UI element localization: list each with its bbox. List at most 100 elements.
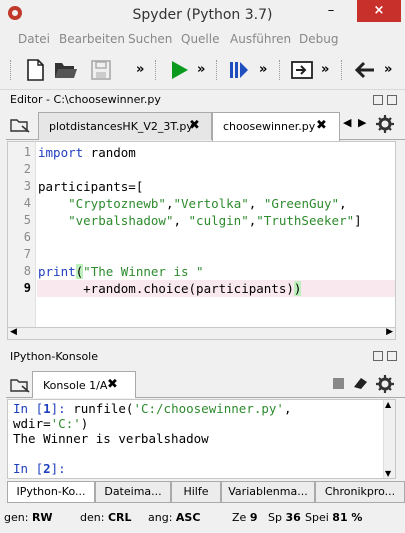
tab-plotdistances[interactable]: plotdistancesHK_V2_3T.py ✖ bbox=[38, 112, 212, 140]
console-line: wdir='C:') bbox=[13, 416, 89, 431]
toolbar-grip-nav[interactable] bbox=[341, 60, 344, 80]
console-vertical-scrollbar[interactable]: ▲ ▼ bbox=[383, 400, 395, 478]
scroll-up-icon[interactable]: ▲ bbox=[385, 400, 391, 409]
line-number-current: 9 bbox=[23, 281, 31, 295]
folder-icon bbox=[55, 63, 77, 78]
console-prompt[interactable]: In [2]: bbox=[13, 461, 66, 476]
open-file-button[interactable] bbox=[53, 57, 79, 83]
scroll-left-icon[interactable]: ◀ bbox=[10, 327, 17, 337]
toolbar-more-view[interactable]: » bbox=[321, 62, 329, 77]
code-line[interactable]: import random bbox=[38, 145, 136, 160]
save-button[interactable] bbox=[88, 57, 114, 83]
code-line[interactable]: print("The Winner is " bbox=[38, 264, 204, 279]
editor-tab-bar: plotdistancesHK_V2_3T.py ✖ choosewinner.… bbox=[6, 108, 405, 141]
debug-button[interactable] bbox=[226, 57, 252, 83]
close-button[interactable]: × bbox=[357, 0, 401, 22]
tab-console-1a[interactable]: Konsole 1/A ✖ bbox=[32, 371, 136, 398]
toolbar-more-debug[interactable]: » bbox=[259, 62, 267, 77]
tab-close-icon[interactable]: ✖ bbox=[189, 118, 200, 133]
console-options-button[interactable] bbox=[376, 375, 394, 396]
new-file-button[interactable] bbox=[22, 57, 48, 83]
line-number: 5 bbox=[23, 213, 31, 227]
scroll-right-icon[interactable]: ▶ bbox=[386, 327, 393, 337]
browse-consoles-button[interactable] bbox=[10, 377, 30, 396]
save-icon bbox=[91, 60, 111, 80]
gear-icon bbox=[376, 375, 394, 393]
editor-pane-title: Editor - C:\choosewinner.py bbox=[10, 93, 161, 106]
toolbar-grip-console[interactable] bbox=[279, 60, 282, 80]
code-line[interactable]: participants=[ bbox=[38, 179, 143, 194]
options-button[interactable] bbox=[376, 115, 394, 136]
arrow-left-icon bbox=[355, 61, 374, 79]
editor-pane-header: Editor - C:\choosewinner.py bbox=[0, 92, 405, 108]
console-pane-header: IPython-Konsole bbox=[0, 348, 405, 364]
tab-scroll-left-icon[interactable]: ◀ bbox=[343, 116, 351, 129]
code-line[interactable]: "Cryptoznewb","Vertolka", "GreenGuy", bbox=[38, 196, 347, 211]
folder-tabs-icon bbox=[10, 379, 30, 393]
status-memory: Spei 81 % bbox=[305, 511, 363, 524]
line-number: 4 bbox=[23, 196, 31, 210]
tab-close-icon[interactable]: ✖ bbox=[316, 118, 327, 133]
editor-horizontal-scrollbar[interactable]: ◀ ▶ bbox=[7, 327, 396, 340]
console-output: The Winner is verbalshadow bbox=[13, 431, 209, 446]
new-file-icon bbox=[27, 59, 44, 81]
undock-icon[interactable] bbox=[373, 351, 383, 361]
menu-bar: Datei Bearbeiten Suchen Quelle Ausführen… bbox=[0, 30, 405, 50]
title-bar: Spyder (Python 3.7) – × bbox=[0, 0, 405, 30]
status-encoding: ang: ASC bbox=[148, 511, 201, 524]
line-number: 8 bbox=[23, 264, 31, 278]
tab-scroll-right-icon[interactable]: ▶ bbox=[358, 116, 366, 129]
run-icon bbox=[172, 61, 188, 79]
toolbar-grip-run[interactable] bbox=[155, 60, 158, 80]
tab-label: choosewinner.py bbox=[223, 120, 316, 133]
line-number: 6 bbox=[23, 230, 31, 244]
line-number: 3 bbox=[23, 179, 31, 193]
browse-tabs-button[interactable] bbox=[10, 117, 30, 136]
status-column: Sp 36 bbox=[268, 511, 301, 524]
menu-debug[interactable]: Debug bbox=[299, 32, 338, 46]
console-line: In [1]: runfile('C:/choosewinner.py', bbox=[13, 401, 292, 416]
toolbar-more-file[interactable]: » bbox=[136, 62, 144, 77]
tab-help[interactable]: Hilfe bbox=[171, 482, 221, 503]
toolbar-grip-debug[interactable] bbox=[216, 60, 219, 80]
line-number: 1 bbox=[23, 145, 31, 159]
close-pane-icon[interactable] bbox=[387, 95, 397, 105]
tab-history[interactable]: Chronikpro... bbox=[315, 482, 405, 503]
tab-label: plotdistancesHK_V2_3T.py bbox=[49, 120, 193, 133]
menu-datei[interactable]: Datei bbox=[18, 32, 50, 46]
run-button[interactable] bbox=[166, 57, 192, 83]
tab-label: Konsole 1/A bbox=[43, 379, 108, 392]
stop-icon[interactable] bbox=[333, 378, 344, 389]
status-line: Ze 9 bbox=[232, 511, 258, 524]
tab-ipython-console[interactable]: IPython-Ko... bbox=[7, 482, 95, 503]
toolbar-more-nav[interactable]: » bbox=[384, 62, 392, 77]
back-button[interactable] bbox=[352, 57, 378, 83]
menu-suchen[interactable]: Suchen bbox=[128, 32, 172, 46]
close-pane-icon[interactable] bbox=[387, 351, 397, 361]
code-line-current[interactable]: +random.choice(participants)) bbox=[38, 281, 302, 296]
status-permissions: gen: RW bbox=[4, 511, 53, 524]
toolbar-more-run[interactable]: » bbox=[197, 62, 205, 77]
menu-quelle[interactable]: Quelle bbox=[181, 32, 219, 46]
toolbar: » » » » » bbox=[0, 50, 405, 90]
scroll-down-icon[interactable]: ▼ bbox=[385, 469, 391, 478]
clear-console-button[interactable] bbox=[352, 376, 368, 393]
toolbar-grip[interactable] bbox=[10, 60, 13, 80]
menu-bearbeiten[interactable]: Bearbeiten bbox=[59, 32, 125, 46]
minimize-button[interactable]: – bbox=[316, 0, 346, 24]
undock-icon[interactable] bbox=[373, 95, 383, 105]
code-editor[interactable]: 1 2 3 4 5 6 7 8 9 import random particip… bbox=[7, 141, 396, 328]
eraser-icon bbox=[354, 378, 367, 389]
code-line[interactable]: "verbalshadow", "culgin","TruthSeeker"] bbox=[38, 213, 362, 228]
ipython-console[interactable]: In [1]: runfile('C:/choosewinner.py', wd… bbox=[7, 399, 396, 479]
tab-choosewinner[interactable]: choosewinner.py ✖ bbox=[212, 112, 340, 141]
console-tab-bar: Konsole 1/A ✖ bbox=[6, 368, 405, 398]
menu-ausfuehren[interactable]: Ausführen bbox=[230, 32, 291, 46]
maximize-pane-button[interactable] bbox=[289, 57, 315, 83]
gear-icon bbox=[376, 115, 394, 133]
tab-variable-explorer[interactable]: Variablenma... bbox=[221, 482, 315, 503]
tab-close-icon[interactable]: ✖ bbox=[107, 377, 118, 392]
status-bar: gen: RW den: CRL ang: ASC Ze 9 Sp 36 Spe… bbox=[0, 505, 405, 533]
tab-file-explorer[interactable]: Dateima... bbox=[95, 482, 171, 503]
maximize-pane-icon bbox=[291, 61, 313, 79]
